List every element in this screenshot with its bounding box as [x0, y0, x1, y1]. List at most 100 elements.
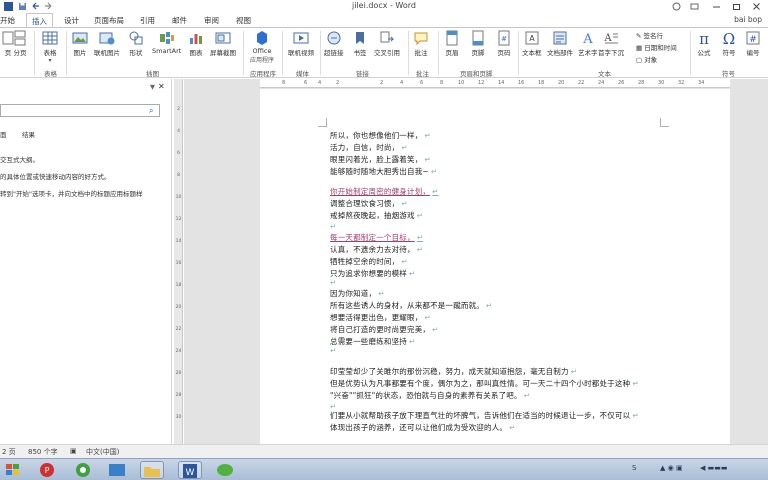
- taskbar-app-blue[interactable]: [106, 461, 130, 479]
- document-line[interactable]: 戒掉熬夜晚起，抽烟游戏 ↵: [330, 210, 423, 221]
- smartart-button[interactable]: SmartArt: [152, 30, 181, 55]
- textbox-button[interactable]: A 文本框: [522, 30, 542, 57]
- close-window-icon[interactable]: [752, 2, 761, 11]
- document-heading-line[interactable]: 每一天都制定一个目标， ↵: [330, 232, 423, 243]
- tab-design[interactable]: 设计: [64, 15, 79, 26]
- document-line-text: 体现出孩子的涵养，还可以让他们成为受欢迎的人。: [330, 423, 508, 432]
- textbox-icon: A: [525, 31, 539, 45]
- proofing-icon[interactable]: ▣: [70, 447, 77, 455]
- hyperlink-button[interactable]: 超链接: [324, 30, 344, 57]
- start-button[interactable]: [2, 461, 26, 479]
- nav-options-dropdown[interactable]: ▼: [150, 83, 155, 91]
- taskbar-app-chat[interactable]: [214, 461, 238, 479]
- page-count[interactable]: 2 页: [2, 447, 16, 457]
- volume-icon[interactable]: ◀ ▬▬▬: [700, 464, 727, 472]
- document-heading-line[interactable]: 你开始制定周密的健身计划， ↵: [330, 186, 439, 197]
- ribbon-display-icon[interactable]: [690, 2, 699, 11]
- group-label-illustrations: 插图: [146, 70, 159, 78]
- document-line[interactable]: ↵: [330, 278, 336, 287]
- document-line[interactable]: 只为追求你想要的模样 ↵: [330, 268, 415, 279]
- document-line[interactable]: ↵: [330, 222, 336, 231]
- symbol-button[interactable]: Ω 符号: [721, 30, 737, 57]
- cross-reference-icon: [380, 31, 395, 43]
- document-line[interactable]: 活力，自信，时尚， ↵: [330, 142, 408, 153]
- header-button[interactable]: 页眉: [444, 30, 460, 57]
- minimize-icon[interactable]: [712, 2, 721, 11]
- screenshot-icon: [215, 32, 231, 44]
- app-icon: [109, 464, 125, 476]
- date-time-button[interactable]: ▦ 日期和时间: [636, 42, 677, 52]
- document-line[interactable]: 所有这些诱人的身材，从来都不是一蹴而就。 ↵: [330, 300, 492, 311]
- document-line[interactable]: 印莹莹却少了关雎尔的那份沉稳，努力，成天就知道抱怨，毫无自制力 ↵: [330, 366, 577, 377]
- document-line[interactable]: 眼里闪着光，脸上露着笑， ↵: [330, 154, 431, 165]
- nav-tab-results[interactable]: 结果: [22, 129, 35, 139]
- tab-home[interactable]: 开始: [0, 15, 15, 26]
- word-count[interactable]: 850 个字: [28, 447, 58, 457]
- document-line[interactable]: 但是优势认为凡事都要有个度，偶尔为之，那叫真性情。可一天二十四个小时都处于这种 ↵: [330, 378, 639, 389]
- language-indicator[interactable]: 中文(中国): [86, 447, 119, 457]
- comment-button[interactable]: 批注: [413, 30, 429, 57]
- document-line[interactable]: 所以，你也想像他们一样， ↵: [330, 130, 431, 141]
- document-line[interactable]: ↵: [330, 346, 336, 355]
- document-line[interactable]: 牺牲掉空余的时间， ↵: [330, 256, 408, 267]
- nav-close-icon[interactable]: ✕: [158, 82, 165, 91]
- table-button[interactable]: 表格 ▾: [42, 30, 58, 64]
- ribbon: 页 分页 表格 ▾ 表格 图片 联机图片 形状 SmartArt 图表 屏幕截图…: [0, 27, 768, 78]
- document-line[interactable]: 调整合理饮食习惯， ↵: [330, 198, 408, 209]
- tab-view[interactable]: 视图: [236, 15, 251, 26]
- document-line-text: 们要从小就帮助孩子放下理直气壮的坏脾气，告诉他们在适当的时候退让一步，不仅可以: [330, 411, 631, 420]
- tab-insert[interactable]: 插入: [26, 13, 53, 28]
- header-icon: [446, 30, 458, 46]
- document-line[interactable]: 体现出孩子的涵养，还可以让他们成为受欢迎的人。 ↵: [330, 422, 516, 433]
- signature-icon: ✎: [636, 32, 644, 40]
- help-icon[interactable]: [672, 2, 681, 11]
- tray-icons[interactable]: ▲ ◉ ▣: [660, 464, 683, 472]
- page-break-button[interactable]: 分页: [12, 30, 28, 57]
- smartart-icon: [159, 32, 174, 44]
- picture-button[interactable]: 图片: [72, 30, 88, 57]
- tab-references[interactable]: 引用: [140, 15, 155, 26]
- document-line[interactable]: "兴奋""抓狂"的状态，恐怕就与自身的素养有关系了吧。 ↵: [330, 390, 530, 401]
- number-button[interactable]: # 编号: [745, 30, 761, 57]
- tab-layout[interactable]: 页面布局: [94, 15, 124, 26]
- taskbar-app-wps[interactable]: P: [36, 461, 60, 479]
- document-line[interactable]: 想要活得更出色，更耀眼， ↵: [330, 312, 431, 323]
- signature-line-button[interactable]: ✎ 签名行: [636, 30, 663, 40]
- restore-icon[interactable]: [732, 2, 741, 11]
- shapes-button[interactable]: 形状: [128, 30, 144, 57]
- document-line[interactable]: 将自己打造的更时尚更完美， ↵: [330, 324, 439, 335]
- nav-search-input[interactable]: ⌕: [0, 104, 160, 117]
- document-line-text: 因为你知道，: [330, 289, 377, 298]
- cross-reference-button[interactable]: 交叉引用: [374, 30, 400, 57]
- tab-review[interactable]: 审阅: [204, 15, 219, 26]
- online-video-button[interactable]: 联机视频: [288, 30, 314, 57]
- page-number-button[interactable]: # 页码: [496, 30, 512, 57]
- footer-button[interactable]: 页脚: [470, 30, 486, 57]
- taskbar-app-explorer[interactable]: [140, 461, 164, 479]
- object-button[interactable]: ▢ 对象: [636, 54, 657, 64]
- bookmark-button[interactable]: 书签: [352, 30, 368, 57]
- document-line[interactable]: 能够随时随地大胆秀出自我~ ↵: [330, 166, 437, 177]
- document-line[interactable]: 总需要一些磨练和坚持 ↵: [330, 336, 415, 347]
- taskbar-app-word[interactable]: W: [178, 461, 202, 479]
- screenshot-button[interactable]: 屏幕截图: [210, 30, 236, 57]
- user-name[interactable]: bai bop: [734, 15, 762, 24]
- tab-mailings[interactable]: 邮件: [172, 15, 187, 26]
- document-line[interactable]: 认真，不遗余力去对待， ↵: [330, 244, 423, 255]
- dropcap-button[interactable]: A 首字下沉: [598, 30, 624, 57]
- online-picture-button[interactable]: 联机图片: [94, 30, 120, 57]
- document-line[interactable]: 因为你知道， ↵: [330, 288, 385, 299]
- quick-parts-button[interactable]: 文档部件: [547, 30, 573, 57]
- wordart-button[interactable]: A 艺术字: [578, 30, 598, 57]
- office-apps-button[interactable]: Office 应用程序: [250, 30, 274, 64]
- search-icon: ⌕: [149, 106, 154, 115]
- equation-button[interactable]: π 公式: [696, 30, 712, 57]
- paragraph-mark: ↵: [632, 379, 639, 388]
- chart-button[interactable]: 图表: [188, 30, 204, 57]
- group-separator: [243, 31, 244, 75]
- document-line[interactable]: 们要从小就帮助孩子放下理直气壮的坏脾气，告诉他们在适当的时候退让一步，不仅可以 ↵: [330, 410, 639, 421]
- tray-language-icon[interactable]: S: [632, 464, 636, 472]
- taskbar-app-browser[interactable]: [72, 461, 96, 479]
- nav-tab-pages[interactable]: 面: [0, 129, 7, 139]
- video-icon: [293, 32, 309, 44]
